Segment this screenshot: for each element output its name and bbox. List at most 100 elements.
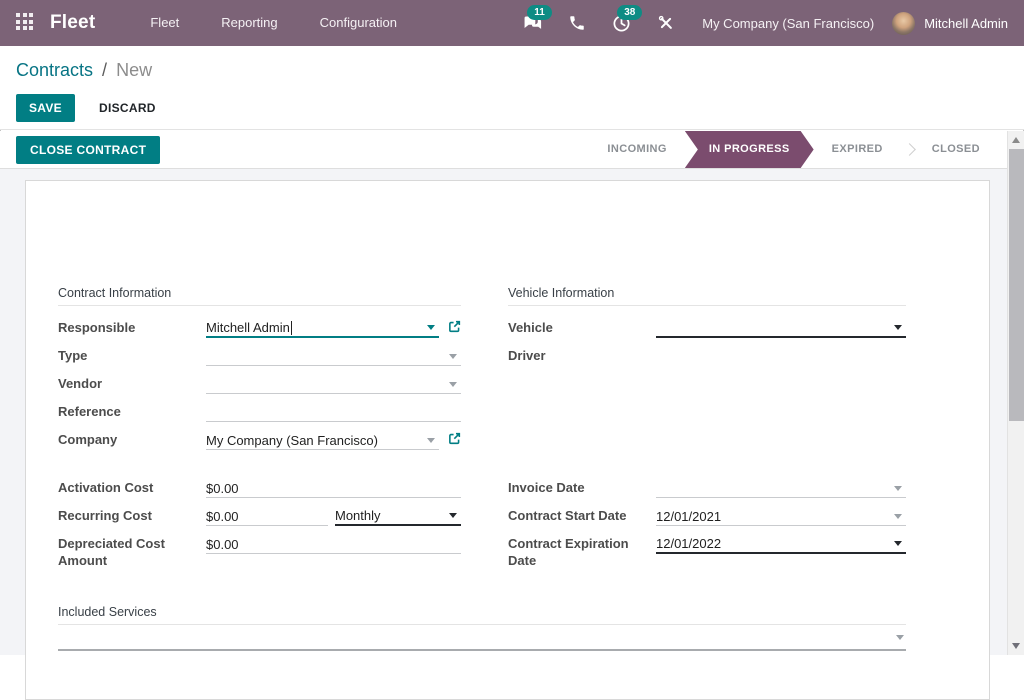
- section-included-services: Included Services: [58, 605, 906, 625]
- top-navbar: Fleet Fleet Reporting Configuration 11 3…: [0, 0, 1024, 46]
- company-input[interactable]: My Company (San Francisco): [206, 427, 439, 450]
- depreciated-cost-label: Depreciated Cost Amount: [58, 531, 206, 569]
- save-button[interactable]: SAVE: [16, 94, 75, 122]
- included-services-dropdown-icon[interactable]: [896, 635, 904, 640]
- contract-information-group: Contract Information Responsible Mitchel…: [58, 286, 461, 569]
- recurring-cost-input[interactable]: $0.00: [206, 503, 328, 526]
- included-services-input[interactable]: [58, 625, 906, 651]
- field-row-contract-start-date: Contract Start Date 12/01/2021: [508, 503, 906, 531]
- vehicle-dropdown-icon[interactable]: [894, 325, 902, 330]
- field-row-activation-cost: Activation Cost $0.00: [58, 475, 461, 503]
- scroll-up-icon[interactable]: [1012, 137, 1020, 143]
- tools-icon[interactable]: [644, 14, 688, 32]
- app-brand[interactable]: Fleet: [50, 12, 95, 34]
- field-row-reference: Reference: [58, 399, 461, 427]
- vendor-dropdown-icon[interactable]: [449, 382, 457, 387]
- vendor-label: Vendor: [58, 371, 206, 399]
- stage-in-progress[interactable]: IN PROGRESS: [685, 131, 814, 168]
- chevron-right-icon: [903, 143, 916, 156]
- recurring-cost-label: Recurring Cost: [58, 503, 206, 531]
- contract-expiration-date-dropdown-icon[interactable]: [894, 541, 902, 546]
- field-row-vehicle: Vehicle: [508, 315, 906, 343]
- breadcrumb-current: New: [116, 60, 152, 80]
- breadcrumb: Contracts / New: [16, 60, 1008, 81]
- contract-expiration-date-label: Contract Expiration Date: [508, 531, 656, 569]
- company-label: Company: [58, 427, 206, 455]
- invoice-date-label: Invoice Date: [508, 475, 656, 503]
- vertical-scrollbar[interactable]: [1007, 131, 1024, 655]
- field-row-invoice-date: Invoice Date: [508, 475, 906, 503]
- control-panel: Contracts / New SAVE DISCARD: [0, 46, 1024, 130]
- text-cursor: [291, 321, 292, 335]
- vendor-input[interactable]: [206, 371, 461, 394]
- breadcrumb-contracts-link[interactable]: Contracts: [16, 60, 93, 80]
- field-row-contract-expiration-date: Contract Expiration Date 12/01/2022: [508, 531, 906, 569]
- company-switcher[interactable]: My Company (San Francisco): [702, 16, 874, 31]
- stage-closed[interactable]: CLOSED: [916, 131, 996, 168]
- menu-reporting[interactable]: Reporting: [200, 0, 298, 46]
- vehicle-label: Vehicle: [508, 315, 656, 343]
- field-row-driver: Driver: [508, 343, 906, 371]
- scroll-down-icon[interactable]: [1012, 643, 1020, 649]
- stage-expired[interactable]: EXPIRED: [816, 131, 899, 168]
- reference-label: Reference: [58, 399, 206, 427]
- contract-start-date-input[interactable]: 12/01/2021: [656, 503, 906, 526]
- form-sheet: Contract Information Responsible Mitchel…: [25, 180, 990, 700]
- breadcrumb-separator: /: [102, 60, 107, 80]
- activation-cost-input[interactable]: $0.00: [206, 475, 461, 498]
- statusbar: CLOSE CONTRACT INCOMING IN PROGRESS EXPI…: [0, 131, 1024, 169]
- menu-configuration[interactable]: Configuration: [299, 0, 418, 46]
- contract-start-date-label: Contract Start Date: [508, 503, 656, 531]
- company-dropdown-icon[interactable]: [427, 438, 435, 443]
- section-contract-information: Contract Information: [58, 286, 461, 306]
- contract-start-date-dropdown-icon[interactable]: [894, 514, 902, 519]
- messages-icon[interactable]: 11: [509, 14, 555, 33]
- invoice-date-dropdown-icon[interactable]: [894, 486, 902, 491]
- vehicle-information-group: Vehicle Information Vehicle: [508, 286, 906, 569]
- recurring-frequency-select[interactable]: Monthly: [335, 503, 461, 526]
- field-row-type: Type: [58, 343, 461, 371]
- menu-fleet[interactable]: Fleet: [129, 0, 200, 46]
- type-input[interactable]: [206, 343, 461, 366]
- scrollbar-thumb[interactable]: [1009, 149, 1024, 421]
- field-row-responsible: Responsible Mitchell Admin: [58, 315, 461, 343]
- activities-badge: 38: [617, 5, 642, 20]
- included-services-group: Included Services: [58, 605, 906, 651]
- responsible-external-link-icon[interactable]: [448, 320, 461, 338]
- phone-icon[interactable]: [555, 14, 599, 32]
- vehicle-input[interactable]: [656, 315, 906, 338]
- apps-grid-icon[interactable]: [16, 13, 36, 33]
- field-row-company: Company My Company (San Francisco): [58, 427, 461, 455]
- form-view: Contract Information Responsible Mitchel…: [0, 169, 1024, 655]
- reference-input[interactable]: [206, 399, 461, 422]
- main-menu: Fleet Reporting Configuration: [129, 0, 418, 46]
- form-action-buttons: SAVE DISCARD: [16, 94, 1008, 122]
- recurring-frequency-dropdown-icon[interactable]: [449, 513, 457, 518]
- type-label: Type: [58, 343, 206, 371]
- responsible-label: Responsible: [58, 315, 206, 343]
- contract-expiration-date-input[interactable]: 12/01/2022: [656, 531, 906, 554]
- activities-clock-icon[interactable]: 38: [599, 14, 644, 33]
- field-row-recurring-cost: Recurring Cost $0.00 Monthly: [58, 503, 461, 531]
- responsible-dropdown-icon[interactable]: [427, 325, 435, 330]
- company-external-link-icon[interactable]: [448, 432, 461, 450]
- user-menu[interactable]: Mitchell Admin: [892, 12, 1008, 35]
- responsible-input[interactable]: Mitchell Admin: [206, 315, 439, 338]
- driver-label: Driver: [508, 343, 656, 371]
- field-row-vendor: Vendor: [58, 371, 461, 399]
- user-avatar: [892, 12, 915, 35]
- navbar-systray: 11 38 My Company (San Francisco) Mitchel…: [509, 12, 1024, 35]
- section-vehicle-information: Vehicle Information: [508, 286, 906, 306]
- close-contract-button[interactable]: CLOSE CONTRACT: [16, 136, 160, 164]
- type-dropdown-icon[interactable]: [449, 354, 457, 359]
- stage-incoming[interactable]: INCOMING: [591, 131, 682, 168]
- activation-cost-label: Activation Cost: [58, 475, 206, 503]
- discard-button[interactable]: DISCARD: [90, 94, 165, 122]
- user-name: Mitchell Admin: [924, 16, 1008, 31]
- messages-badge: 11: [527, 5, 552, 20]
- stage-pipeline: INCOMING IN PROGRESS EXPIRED CLOSED: [591, 131, 996, 168]
- field-row-depreciated-cost: Depreciated Cost Amount $0.00: [58, 531, 461, 569]
- invoice-date-input[interactable]: [656, 475, 906, 498]
- depreciated-cost-input[interactable]: $0.00: [206, 531, 461, 554]
- driver-input[interactable]: [656, 343, 906, 366]
